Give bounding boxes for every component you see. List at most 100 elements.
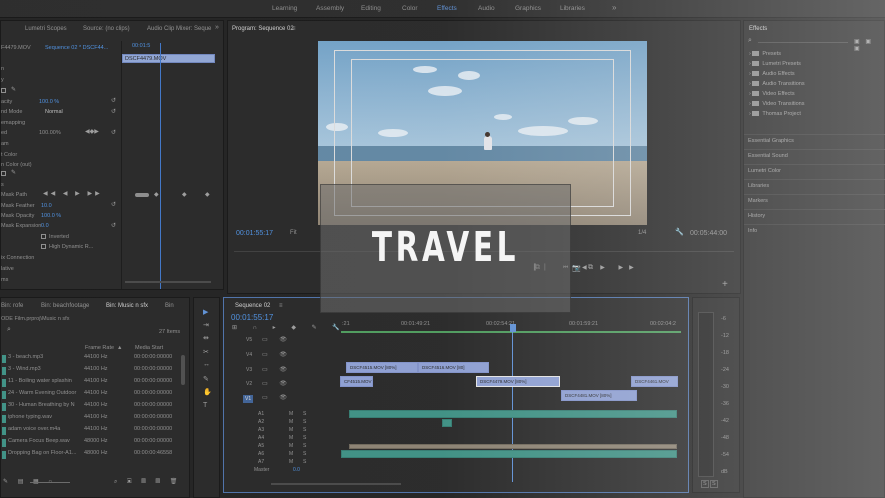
list-item[interactable]: 30 - Human Breathing by N 44100 Hz 00:00… [0,400,180,410]
clip-v3[interactable]: DSCF4516.MOV [80] [418,362,489,373]
effects-panel-title[interactable]: Effects [749,26,767,32]
workspace-more-icon[interactable]: » [612,3,616,12]
ripple-edit-tool-icon[interactable]: ⇹ [203,334,209,342]
reset-icon[interactable]: ↺ [111,129,116,136]
track-select-tool-icon[interactable]: ⇥ [203,321,209,329]
reset-icon[interactable]: ↺ [111,222,116,229]
effect-controls-timecode[interactable]: 00:01:5 [132,43,150,49]
solo-button[interactable]: S [303,419,306,425]
solo-right-button[interactable]: S [710,480,718,488]
search-icon[interactable]: ⌕ [748,37,752,45]
clip-v2-selected[interactable]: DSCF4479.MOV [80%] [476,376,560,387]
playhead-handle[interactable] [510,324,516,332]
mute-button[interactable]: M [289,459,293,465]
project-scrollbar[interactable] [181,355,185,385]
list-item[interactable]: Camera Focus Beep.wav 48000 Hz 00:00:00:… [0,436,180,446]
solo-button[interactable]: S [303,443,306,449]
effect-controls-playhead[interactable] [160,43,161,289]
effects-folder[interactable]: › Audio Effects [749,71,795,77]
list-item[interactable]: iphone typing.wav 44100 Hz 00:00:00:0000… [0,412,180,422]
mask-keyframe[interactable] [135,193,149,197]
pen-icon[interactable]: ✎ [11,86,16,93]
sequence-clip-name[interactable]: Sequence 02 * DSCF44... [45,45,108,51]
tab-bin-music[interactable]: Bin: Music n sfx [106,303,148,309]
list-item[interactable]: adam voice over.m4a 44100 Hz 00:00:00:00… [0,424,180,434]
section-essential-graphics[interactable]: Essential Graphics [748,138,794,144]
solo-button[interactable]: S [303,459,306,465]
mute-button[interactable]: M [289,451,293,457]
timeline-timecode[interactable]: 00:01:55:17 [231,313,273,322]
mask-tracking-icon[interactable]: ◀◀ ◀ ▶ ▶▶ [43,190,103,197]
track-label-a5[interactable]: A5 [258,443,264,449]
mute-button[interactable]: M [289,411,293,417]
list-item[interactable]: 11 - Boiling water splashin 44100 Hz 00:… [0,376,180,386]
wrench-icon[interactable]: 🔧 [675,228,684,236]
add-button-icon[interactable]: + [722,279,728,290]
clip-v1[interactable]: DSCF4481.MOV [80%] [561,390,637,401]
effects-folder[interactable]: › Video Effects [749,91,795,97]
fit-select[interactable]: Fit [290,230,297,236]
zoom-slider[interactable] [30,482,70,483]
program-monitor-title[interactable]: Program: Sequence 02 [232,26,294,32]
clip-bar[interactable]: DSCF4479.MOV [122,54,215,63]
solo-button[interactable]: S [303,451,306,457]
project-actions-icons[interactable]: ⌕ ▣ ▤ ▤ 🗑 [114,478,181,486]
solo-button[interactable]: S [303,435,306,441]
keyframe-icon[interactable]: ◆ [154,191,159,198]
selection-tool-icon[interactable]: ▶ [203,308,208,316]
keyframe-icon[interactable]: ◆ [205,191,210,198]
track-controls-v5[interactable]: ▭ 👁 [262,336,292,343]
resolution-select[interactable]: 1/4 [638,230,646,236]
type-tool-icon[interactable]: T [203,402,207,409]
workspace-learning[interactable]: Learning [272,5,297,12]
reset-icon[interactable]: ↺ [111,97,116,104]
workspace-effects[interactable]: Effects [437,5,457,12]
effects-folder[interactable]: › Lumetri Presets [749,61,801,67]
razor-tool-icon[interactable]: ✂ [203,348,209,356]
effects-folder[interactable]: › Thomas Project [749,111,801,117]
audio-clip-a1[interactable] [349,410,677,418]
clip-v2[interactable]: CF4515.MOV [340,376,373,387]
section-lumetri-color[interactable]: Lumetri Color [748,168,781,174]
track-controls-v2[interactable]: ▭ 👁 [262,380,292,387]
workspace-audio[interactable]: Audio [478,5,495,12]
mute-button[interactable]: M [289,419,293,425]
tab-bin-beachfootage[interactable]: Bin: beachfootage [41,303,89,309]
compare-icon[interactable]: ⧉ [588,264,593,272]
list-item[interactable]: 3 - Wind.mp3 44100 Hz 00:00:00:00000 [0,364,180,374]
prop-opacity-value[interactable]: 100.0 % [39,99,59,105]
pen-icon[interactable]: ✎ [11,169,16,176]
track-label-v5[interactable]: V5 [246,337,252,343]
workspace-libraries[interactable]: Libraries [560,5,585,12]
pen-tool-icon[interactable]: ✎ [203,375,209,383]
track-label-a4[interactable]: A4 [258,435,264,441]
section-libraries[interactable]: Libraries [748,183,769,189]
track-label-a3[interactable]: A3 [258,427,264,433]
list-item[interactable]: 3 - beach.mp3 44100 Hz 00:00:00:00000 [0,352,180,362]
inverted-checkbox[interactable] [41,234,46,239]
hdr-checkbox[interactable] [41,244,46,249]
filter-icons[interactable]: ▣ ▣ ▣ [854,38,884,52]
track-label-a1[interactable]: A1 [258,411,264,417]
solo-button[interactable]: S [303,411,306,417]
track-controls-v4[interactable]: ▭ 👁 [262,351,292,358]
workspace-color[interactable]: Color [402,5,418,12]
effects-search-input[interactable] [758,42,848,43]
tab-bin[interactable]: Bin [165,303,174,309]
tab-audio-clip-mixer[interactable]: Audio Clip Mixer: Seque [147,26,211,32]
prop-mask-feather-value[interactable]: 10.0 [41,203,52,209]
timeline-menu-icon[interactable]: ≡ [279,303,283,309]
solo-left-button[interactable]: S [701,480,709,488]
prop-speed-value[interactable]: 100.00% [39,130,61,136]
prop-mask-expansion-value[interactable]: 0.0 [41,223,49,229]
checkbox[interactable] [1,88,6,93]
blend-mode-select[interactable]: Normal [45,109,63,115]
column-media-start[interactable]: Media Start [135,345,163,351]
timeline-playhead[interactable] [512,330,513,482]
program-menu-icon[interactable]: ≡ [292,26,296,32]
keyframe-icon[interactable]: ◆ [182,191,187,198]
slip-tool-icon[interactable]: ↔ [203,361,210,368]
prop-mask-opacity-value[interactable]: 100.0 % [41,213,61,219]
tab-source[interactable]: Source: (no clips) [83,26,130,32]
clip-v2[interactable]: DSCF4461.MOV [631,376,678,387]
